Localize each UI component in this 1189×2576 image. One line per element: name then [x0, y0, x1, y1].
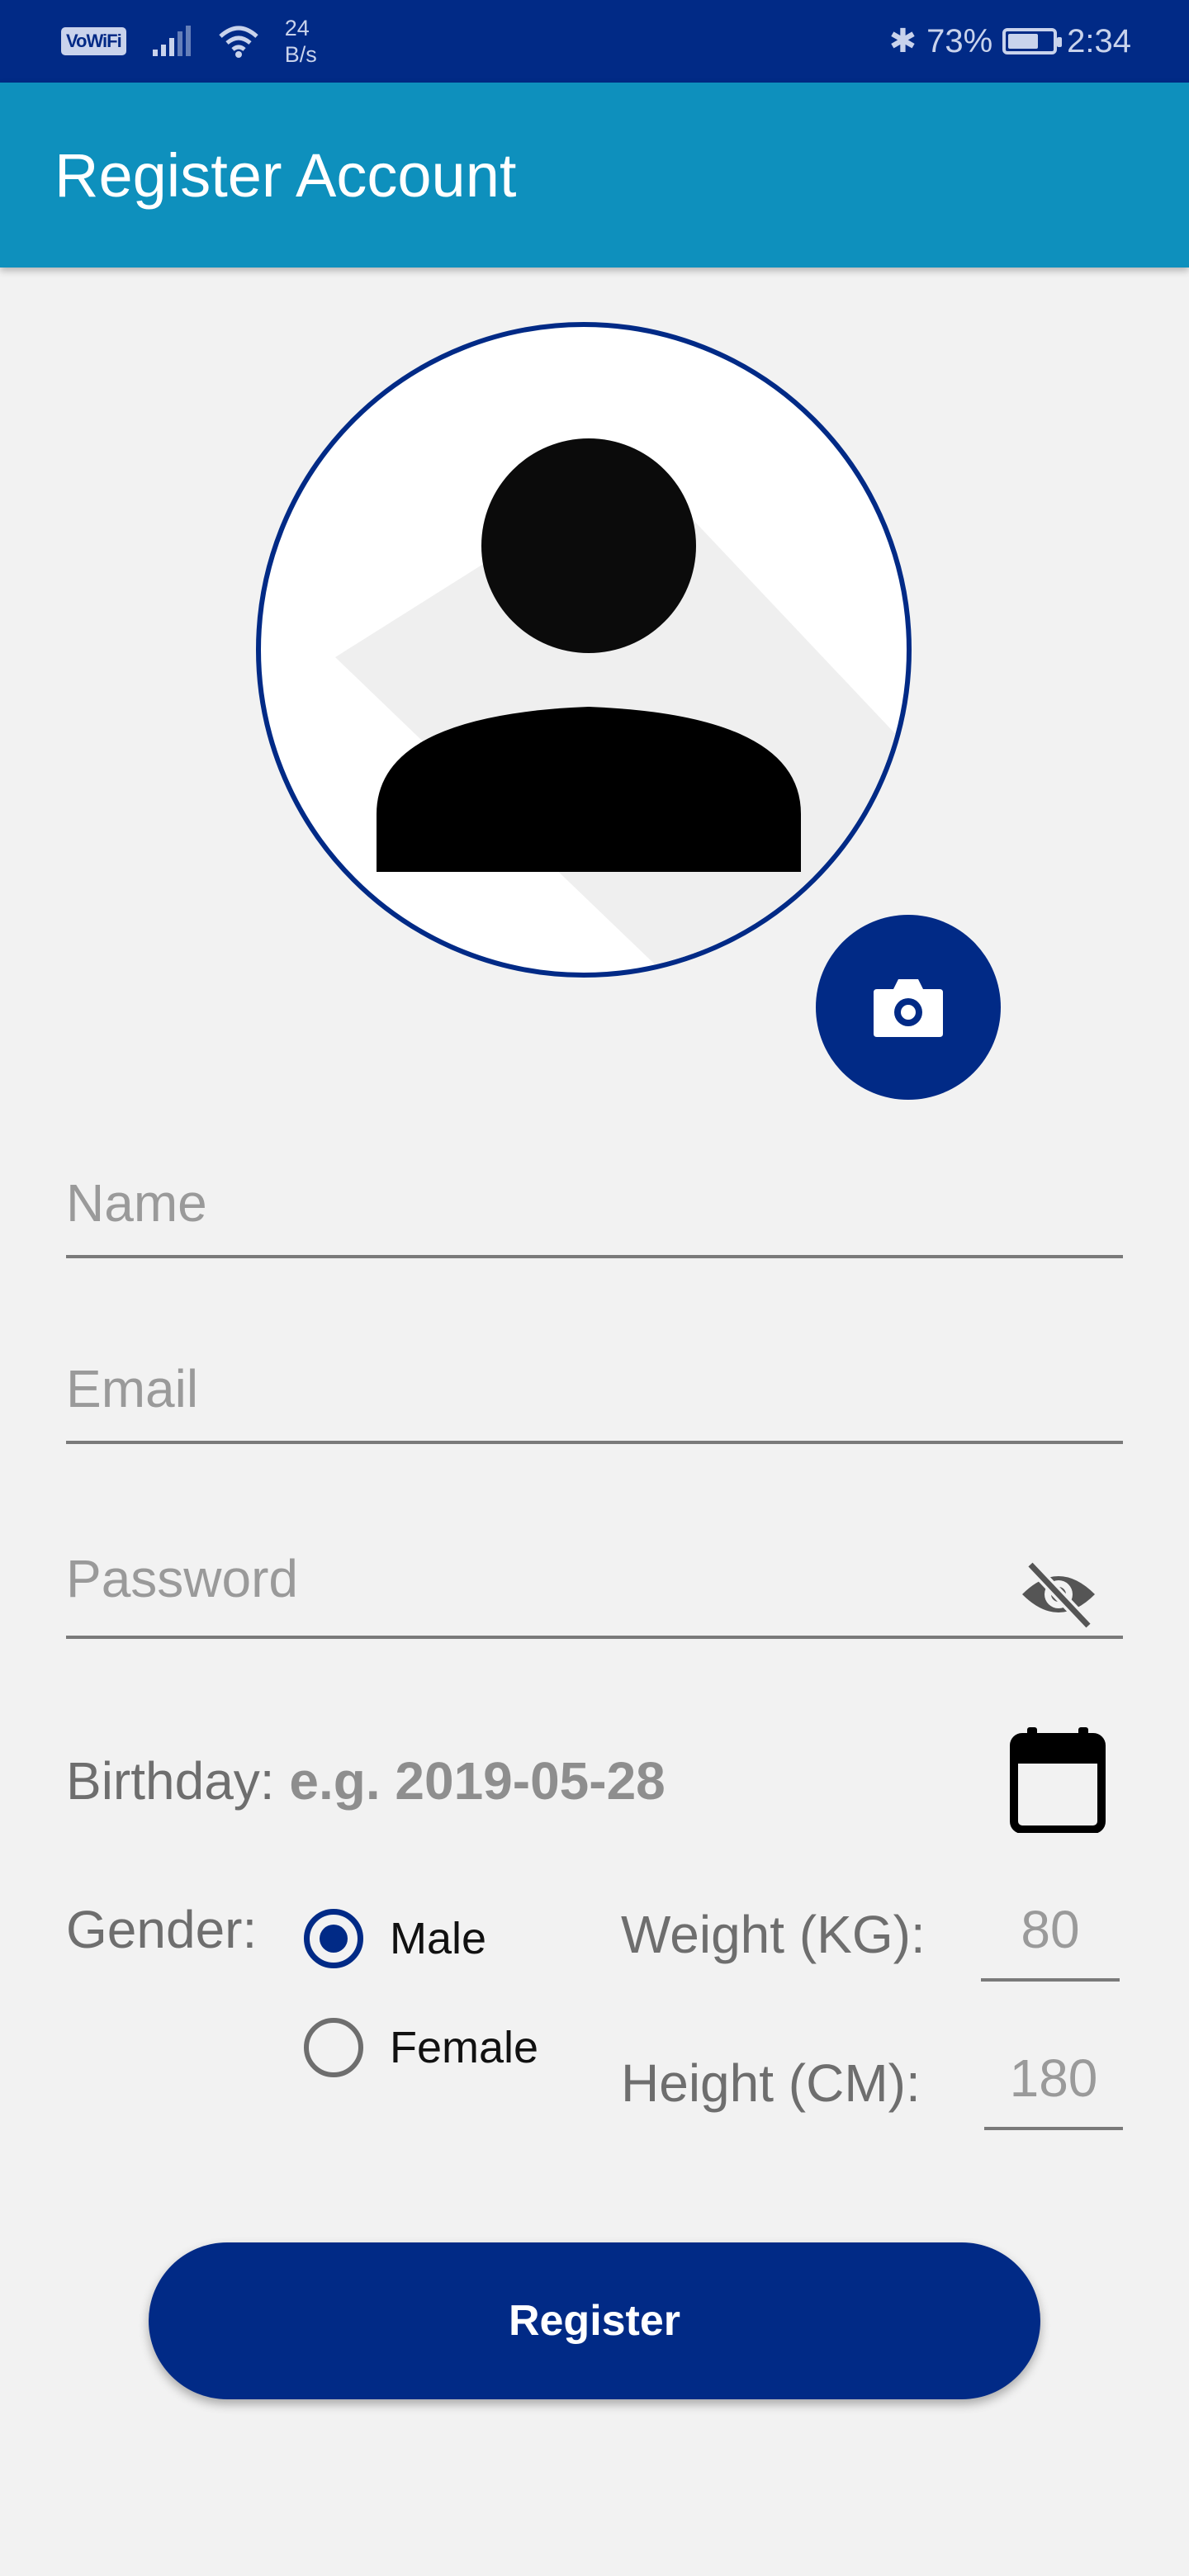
- email-field-container: [66, 1358, 1123, 1444]
- page-title: Register Account: [54, 141, 517, 210]
- height-input[interactable]: [984, 2048, 1123, 2109]
- radio-unselected-icon: [304, 2018, 363, 2077]
- calendar-icon[interactable]: [1009, 1726, 1106, 1833]
- email-input[interactable]: [66, 1358, 1123, 1419]
- person-icon: [335, 438, 907, 973]
- birthday-label: Birthday:: [66, 1751, 275, 1811]
- gender-female-label: Female: [390, 2023, 539, 2072]
- password-field-container: [66, 1548, 1123, 1639]
- battery-fill: [1008, 34, 1039, 49]
- weight-label: Weight (KG):: [621, 1905, 926, 1964]
- bluetooth-icon: ✱: [888, 23, 917, 59]
- name-input[interactable]: [66, 1172, 1123, 1234]
- register-button[interactable]: Register: [149, 2242, 1040, 2399]
- weight-input[interactable]: [981, 1899, 1120, 1960]
- eye-off-icon[interactable]: [1019, 1555, 1098, 1634]
- gender-male-radio[interactable]: Male: [304, 1909, 486, 1968]
- birthday-hint: e.g. 2019-05-28: [289, 1751, 666, 1811]
- network-rate: 24 B/s: [285, 15, 317, 68]
- vowifi-indicator: VoWiFi: [61, 27, 126, 55]
- battery-percent: 73%: [926, 22, 993, 59]
- wifi-icon: [219, 26, 258, 58]
- camera-icon: [874, 979, 943, 1037]
- signal-icon: [152, 26, 191, 56]
- birthday-row[interactable]: Birthday: e.g. 2019-05-28: [66, 1750, 666, 1811]
- network-rate-unit: B/s: [284, 42, 317, 67]
- avatar: [256, 322, 912, 978]
- status-bar: VoWiFi 24 B/s ✱ 73% 2:34: [0, 0, 1189, 83]
- name-field-container: [66, 1172, 1123, 1258]
- gender-male-label: Male: [390, 1914, 487, 1963]
- network-rate-value: 24: [284, 16, 310, 40]
- weight-field-container: [981, 1899, 1120, 1982]
- height-label: Height (CM):: [621, 2053, 921, 2113]
- clock: 2:34: [1067, 22, 1131, 59]
- status-left: VoWiFi 24 B/s: [61, 13, 317, 69]
- gender-female-radio[interactable]: Female: [304, 2018, 538, 2077]
- status-right: ✱ 73% 2:34: [889, 13, 1131, 69]
- password-input[interactable]: [66, 1548, 1123, 1609]
- height-field-container: [984, 2048, 1123, 2130]
- radio-selected-icon: [304, 1909, 363, 1968]
- gender-label: Gender:: [66, 1900, 258, 1959]
- change-photo-button[interactable]: [816, 915, 1001, 1100]
- battery-icon: [1002, 28, 1063, 54]
- app-bar: Register Account: [0, 83, 1189, 268]
